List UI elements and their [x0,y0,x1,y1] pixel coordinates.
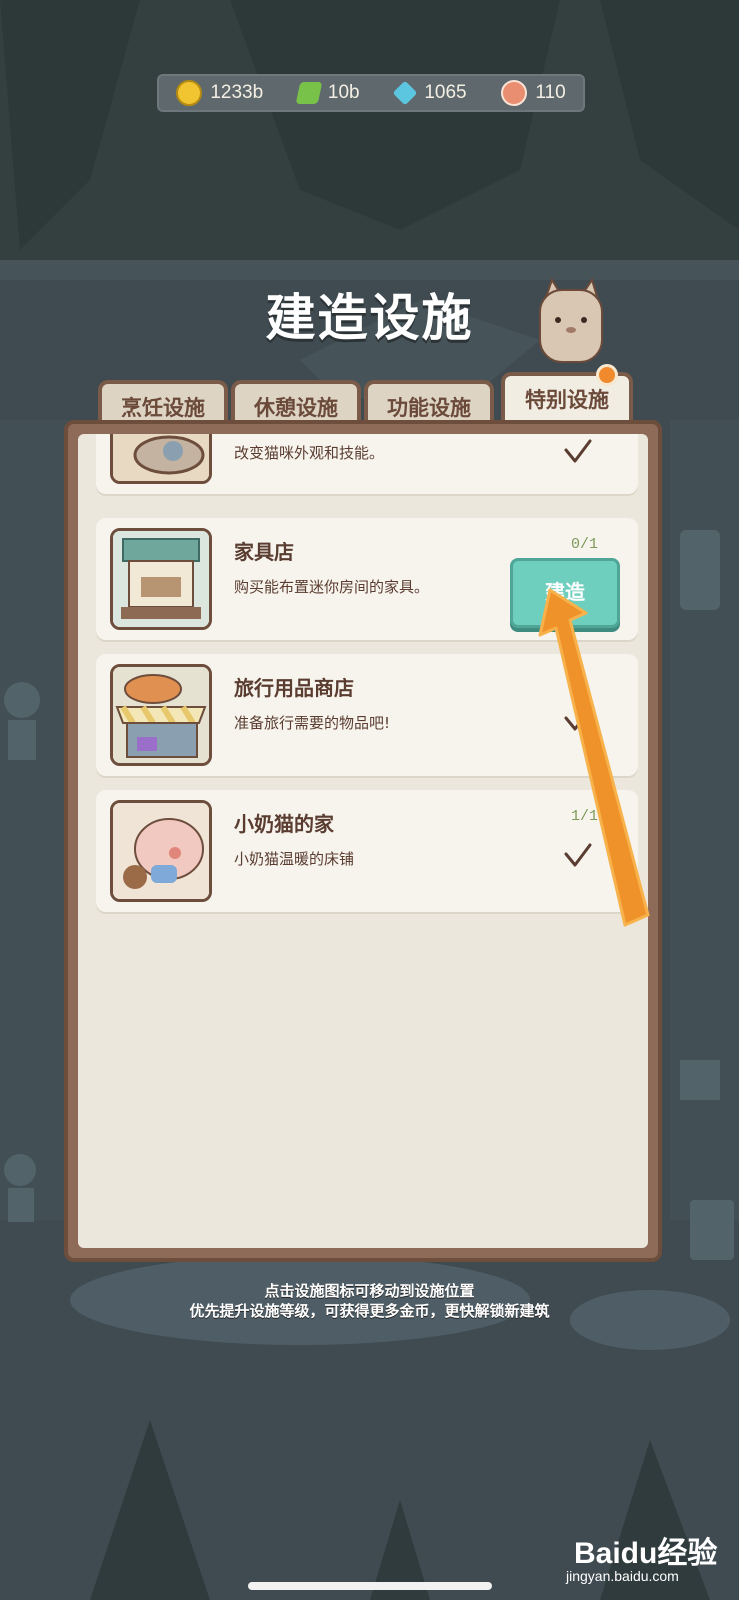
hint-line-2: 优先提升设施等级，可获得更多金币，更快解锁新建筑 [189,1302,550,1320]
baidu-watermark-url: jingyan.baidu.com [566,1568,679,1584]
hint-line-1: 点击设施图标可移动到设施位置 [264,1282,475,1300]
home-indicator[interactable] [248,1582,492,1590]
tutorial-arrow [538,588,650,927]
baidu-watermark-logo: Baidu经验 [574,1537,718,1570]
